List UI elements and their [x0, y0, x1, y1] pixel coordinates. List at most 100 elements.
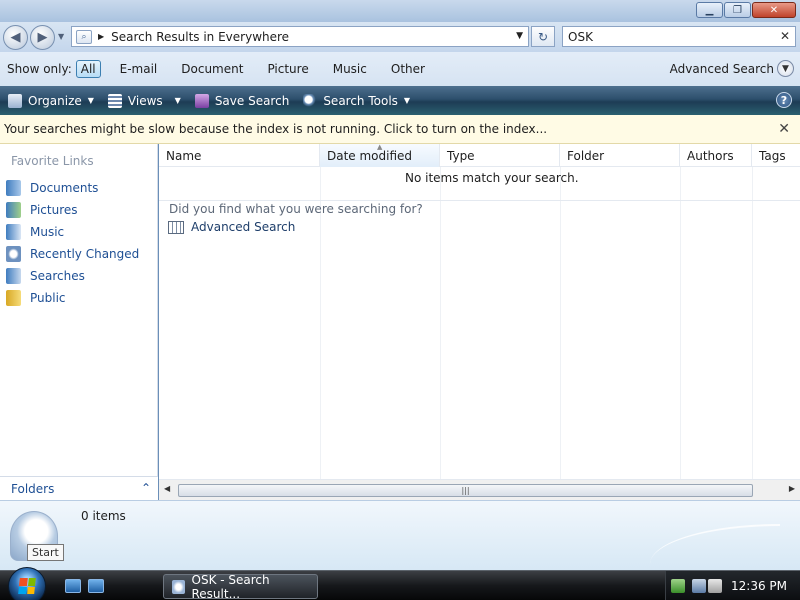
public-folder-icon: [6, 290, 21, 306]
search-tools-button[interactable]: Search Tools ▼: [303, 93, 411, 108]
clock[interactable]: 12:36 PM: [731, 579, 787, 593]
search-folder-icon: ⌕: [76, 29, 92, 44]
address-dropdown-icon[interactable]: ▼: [516, 31, 523, 41]
switch-windows-icon[interactable]: [88, 579, 104, 593]
system-tray: 12:36 PM: [665, 571, 800, 600]
scroll-right-icon[interactable]: ▶: [789, 484, 795, 493]
column-label: Name: [166, 148, 202, 163]
advanced-search-toggle[interactable]: Advanced Search: [670, 62, 774, 76]
index-info-bar[interactable]: Your searches might be slow because the …: [0, 115, 800, 144]
window-title-bar: ▁ ❐ ✕: [0, 0, 800, 22]
maximize-button[interactable]: ❐: [724, 2, 751, 18]
save-search-button[interactable]: Save Search: [194, 93, 290, 108]
save-search-label: Save Search: [214, 93, 290, 108]
filter-all[interactable]: All: [75, 60, 101, 78]
file-list: Name ▲ Date modified Type Folder Authors…: [159, 143, 800, 500]
column-header-tags[interactable]: Tags: [752, 144, 800, 167]
recently-changed-icon: [6, 246, 21, 262]
close-icon[interactable]: ✕: [778, 121, 790, 137]
minimize-button[interactable]: ▁: [696, 2, 723, 18]
security-center-icon[interactable]: [671, 579, 685, 593]
organize-button[interactable]: Organize ▼: [8, 93, 94, 108]
filter-email[interactable]: E-mail: [115, 61, 163, 77]
sidebar-item-pictures[interactable]: Pictures: [6, 199, 139, 221]
column-divider: [440, 167, 441, 479]
filter-bar: Show only: All E-mail Document Picture M…: [0, 52, 800, 86]
filter-other[interactable]: Other: [386, 61, 430, 77]
address-row: ◀ ▶ ▼ ⌕ ▶ Search Results in Everywhere ▼…: [0, 22, 800, 52]
volume-muted-icon[interactable]: [708, 579, 722, 593]
pictures-icon: [6, 202, 21, 218]
views-button[interactable]: Views ▼: [107, 93, 181, 108]
column-header-date-modified[interactable]: ▲ Date modified: [320, 143, 440, 167]
address-bar[interactable]: ⌕ ▶ Search Results in Everywhere ▼: [71, 26, 529, 47]
organize-icon: [8, 93, 22, 108]
sidebar-item-recently-changed[interactable]: Recently Changed: [6, 243, 139, 265]
search-tools-label: Search Tools: [323, 93, 398, 108]
chevron-down-icon: ▼: [87, 96, 94, 105]
help-button[interactable]: ?: [776, 92, 792, 108]
sidebar-item-documents[interactable]: Documents: [6, 177, 139, 199]
filter-music[interactable]: Music: [328, 61, 372, 77]
filter-label: Show only:: [7, 62, 72, 76]
scroll-left-icon[interactable]: ◀: [164, 484, 170, 493]
sidebar-item-label: Documents: [30, 181, 99, 195]
sidebar-item-label: Public: [30, 291, 66, 305]
divider: [159, 200, 800, 201]
chevron-down-icon[interactable]: ▼: [777, 60, 794, 77]
forward-button[interactable]: ▶: [30, 25, 55, 50]
folders-toggle[interactable]: Folders ⌃: [0, 476, 158, 500]
empty-results-message: No items match your search.: [405, 171, 579, 185]
navigation-pane: Favorite Links Documents Pictures Music …: [0, 144, 158, 500]
item-count: 0 items: [81, 509, 126, 523]
sidebar-item-searches[interactable]: Searches: [6, 265, 139, 287]
scrollbar-thumb[interactable]: |||: [178, 484, 753, 497]
search-tools-icon: [303, 93, 318, 108]
refresh-button[interactable]: ↻: [531, 26, 555, 47]
advanced-search-label: Advanced Search: [191, 220, 296, 234]
start-tooltip: Start: [27, 544, 64, 561]
column-header-folder[interactable]: Folder: [560, 144, 680, 167]
chevron-up-icon[interactable]: ⌃: [141, 481, 151, 495]
info-bar-message[interactable]: Your searches might be slow because the …: [4, 122, 547, 136]
filter-document[interactable]: Document: [176, 61, 248, 77]
search-input[interactable]: OSK ✕: [562, 26, 796, 47]
network-icon[interactable]: [692, 579, 706, 593]
sidebar-item-label: Music: [30, 225, 65, 239]
sidebar-item-music[interactable]: Music: [6, 221, 139, 243]
chevron-down-icon: ▼: [403, 96, 411, 105]
details-pane: 0 items Start: [0, 500, 800, 570]
save-search-icon: [194, 93, 209, 108]
start-button[interactable]: [8, 567, 46, 600]
documents-icon: [6, 180, 21, 196]
column-divider: [560, 167, 561, 479]
back-arrow-icon: ◀: [10, 30, 21, 45]
sidebar-item-public[interactable]: Public: [6, 287, 139, 309]
sidebar-item-label: Pictures: [30, 203, 78, 217]
forward-arrow-icon: ▶: [37, 30, 48, 45]
search-window-icon: [172, 579, 185, 594]
column-header-name[interactable]: Name: [159, 144, 320, 167]
advanced-search-link[interactable]: Advanced Search: [168, 220, 295, 234]
breadcrumb[interactable]: Search Results in Everywhere: [111, 30, 289, 44]
recent-pages-dropdown[interactable]: ▼: [58, 32, 64, 41]
sidebar-item-label: Searches: [30, 269, 85, 283]
show-desktop-icon[interactable]: [65, 579, 81, 593]
column-header-authors[interactable]: Authors: [680, 144, 752, 167]
find-prompt: Did you find what you were searching for…: [169, 202, 423, 216]
chevron-down-icon: ▼: [174, 96, 181, 105]
taskbar-window-button[interactable]: OSK - Search Result...: [163, 573, 318, 600]
horizontal-scrollbar[interactable]: ◀ ||| ▶: [159, 479, 800, 500]
back-button[interactable]: ◀: [3, 25, 28, 50]
filter-picture[interactable]: Picture: [262, 61, 313, 77]
clear-search-icon[interactable]: ✕: [780, 29, 790, 43]
search-query: OSK: [568, 29, 593, 44]
favorite-links-list: Documents Pictures Music Recently Change…: [6, 177, 139, 309]
breadcrumb-arrow-icon[interactable]: ▶: [98, 32, 104, 41]
column-header-row: Name ▲ Date modified Type Folder Authors…: [159, 143, 800, 167]
searches-icon: [6, 268, 21, 284]
close-button[interactable]: ✕: [752, 2, 796, 18]
column-divider: [752, 167, 753, 479]
column-header-type[interactable]: Type: [440, 144, 560, 167]
column-divider: [680, 167, 681, 479]
